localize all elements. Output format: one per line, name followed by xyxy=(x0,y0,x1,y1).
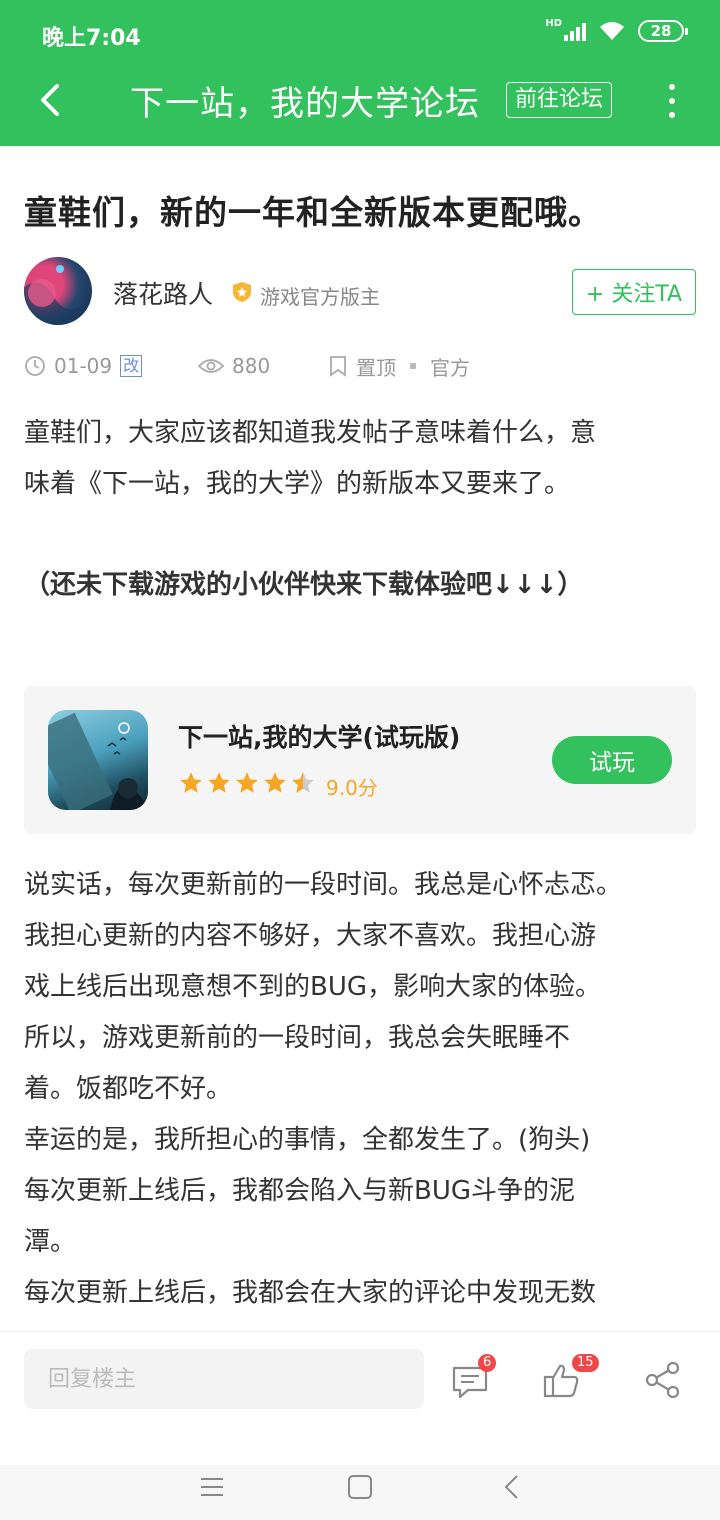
app-header: 晚上7:04 HD 28 下一站，我的大学论坛 前往论坛 xyxy=(0,0,720,146)
game-icon xyxy=(48,710,148,810)
star-icon xyxy=(180,772,202,793)
eye-icon xyxy=(198,359,224,373)
nav-bar: 下一站，我的大学论坛 前往论坛 xyxy=(0,70,720,146)
like-button[interactable]: 15 xyxy=(542,1354,599,1400)
back-nav-icon[interactable] xyxy=(498,1473,526,1501)
game-score: 9.0分 xyxy=(326,776,378,800)
intro-line-1: 童鞋们，大家应该都知道我发帖子意味着什么，意 xyxy=(24,418,597,448)
game-card[interactable]: 下一站,我的大学(试玩版) 9.0分 试玩 xyxy=(24,686,696,834)
go-to-forum-button[interactable]: 前往论坛 xyxy=(506,82,613,118)
star-icon xyxy=(208,772,230,793)
post-body: 说实话，每次更新前的一段时间。我总是心怀忐忑。 我担心更新的内容不够好，大家不喜… xyxy=(24,860,696,1319)
wifi-icon xyxy=(600,22,624,40)
half-star-icon xyxy=(292,772,314,793)
game-name[interactable]: 下一站,我的大学(试玩版) xyxy=(178,718,460,754)
star-icon xyxy=(264,772,286,793)
game-rating-stars xyxy=(178,770,316,796)
body-line: 说实话，每次更新前的一段时间。我总是心怀忐忑。 xyxy=(24,870,623,900)
post-tags-meta: 置顶 官方 xyxy=(328,352,470,380)
play-trial-button[interactable]: 试玩 xyxy=(552,736,672,784)
like-count-badge: 15 xyxy=(572,1354,599,1372)
body-line: 幸运的是，我所担心的事情，全都发生了。(狗头) xyxy=(24,1125,591,1155)
status-icons: HD 28 xyxy=(545,17,688,42)
status-bar: 晚上7:04 HD 28 xyxy=(0,0,720,70)
author-role: 游戏官方版主 xyxy=(260,285,380,309)
post-views: 880 xyxy=(232,354,271,378)
body-line: 戏上线后出现意想不到的BUG，影响大家的体验。 xyxy=(24,972,602,1002)
moderator-badge-icon xyxy=(233,282,251,302)
clock-icon xyxy=(25,356,45,376)
post-views-meta: 880 xyxy=(198,352,270,380)
signal-icon xyxy=(564,21,586,41)
body-line: 每次更新上线后，我都会在大家的评论中发现无数 xyxy=(24,1278,597,1308)
body-line: 所以，游戏更新前的一段时间，我总会失眠睡不 xyxy=(24,1023,571,1053)
post-date: 01-09 xyxy=(54,354,113,378)
author-name[interactable]: 落花路人 xyxy=(113,275,213,311)
post-intro: 童鞋们，大家应该都知道我发帖子意味着什么，意 味着《下一站，我的大学》的新版本又… xyxy=(24,408,696,510)
pinned-tag: 置顶 xyxy=(356,355,396,380)
more-menu-button[interactable] xyxy=(660,84,684,118)
post-date-meta: 01-09 改 xyxy=(24,352,143,380)
forum-title: 下一站，我的大学论坛 xyxy=(130,84,480,124)
star-icon xyxy=(236,772,258,793)
official-tag: 官方 xyxy=(430,355,470,380)
author-avatar[interactable] xyxy=(24,257,92,325)
download-hint: （还未下载游戏的小伙伴快来下载体验吧↓↓↓） xyxy=(24,570,584,600)
hd-indicator: HD xyxy=(545,17,562,29)
intro-line-2: 味着《下一站，我的大学》的新版本又要来了。 xyxy=(24,469,571,499)
post-title: 童鞋们，新的一年和全新版本更配哦。 xyxy=(24,193,602,232)
status-time: 晚上7:04 xyxy=(42,26,141,51)
follow-button[interactable]: + 关注TA xyxy=(572,269,696,315)
back-arrow-icon xyxy=(41,84,59,116)
battery-icon: 28 xyxy=(638,20,688,42)
share-icon xyxy=(645,1361,680,1399)
home-icon[interactable] xyxy=(346,1473,374,1501)
bottom-action-bar: 6 15 xyxy=(0,1331,720,1425)
comment-count-badge: 6 xyxy=(478,1354,497,1372)
body-line: 着。饭都吃不好。 xyxy=(24,1074,233,1104)
edited-tag: 改 xyxy=(120,355,143,377)
comment-button[interactable]: 6 xyxy=(450,1354,497,1400)
menu-icon[interactable] xyxy=(198,1473,226,1501)
body-line: 每次更新上线后，我都会陷入与新BUG斗争的泥 xyxy=(24,1176,576,1206)
bookmark-icon xyxy=(330,356,346,377)
body-line: 我担心更新的内容不够好，大家不喜欢。我担心游 xyxy=(24,921,597,951)
reply-input[interactable] xyxy=(24,1349,424,1409)
battery-level: 28 xyxy=(650,22,672,40)
tag-separator xyxy=(410,363,416,369)
system-nav-bar xyxy=(0,1465,720,1520)
body-line: 潭。 xyxy=(24,1227,77,1257)
back-button[interactable] xyxy=(28,78,72,122)
share-button[interactable] xyxy=(644,1360,684,1400)
